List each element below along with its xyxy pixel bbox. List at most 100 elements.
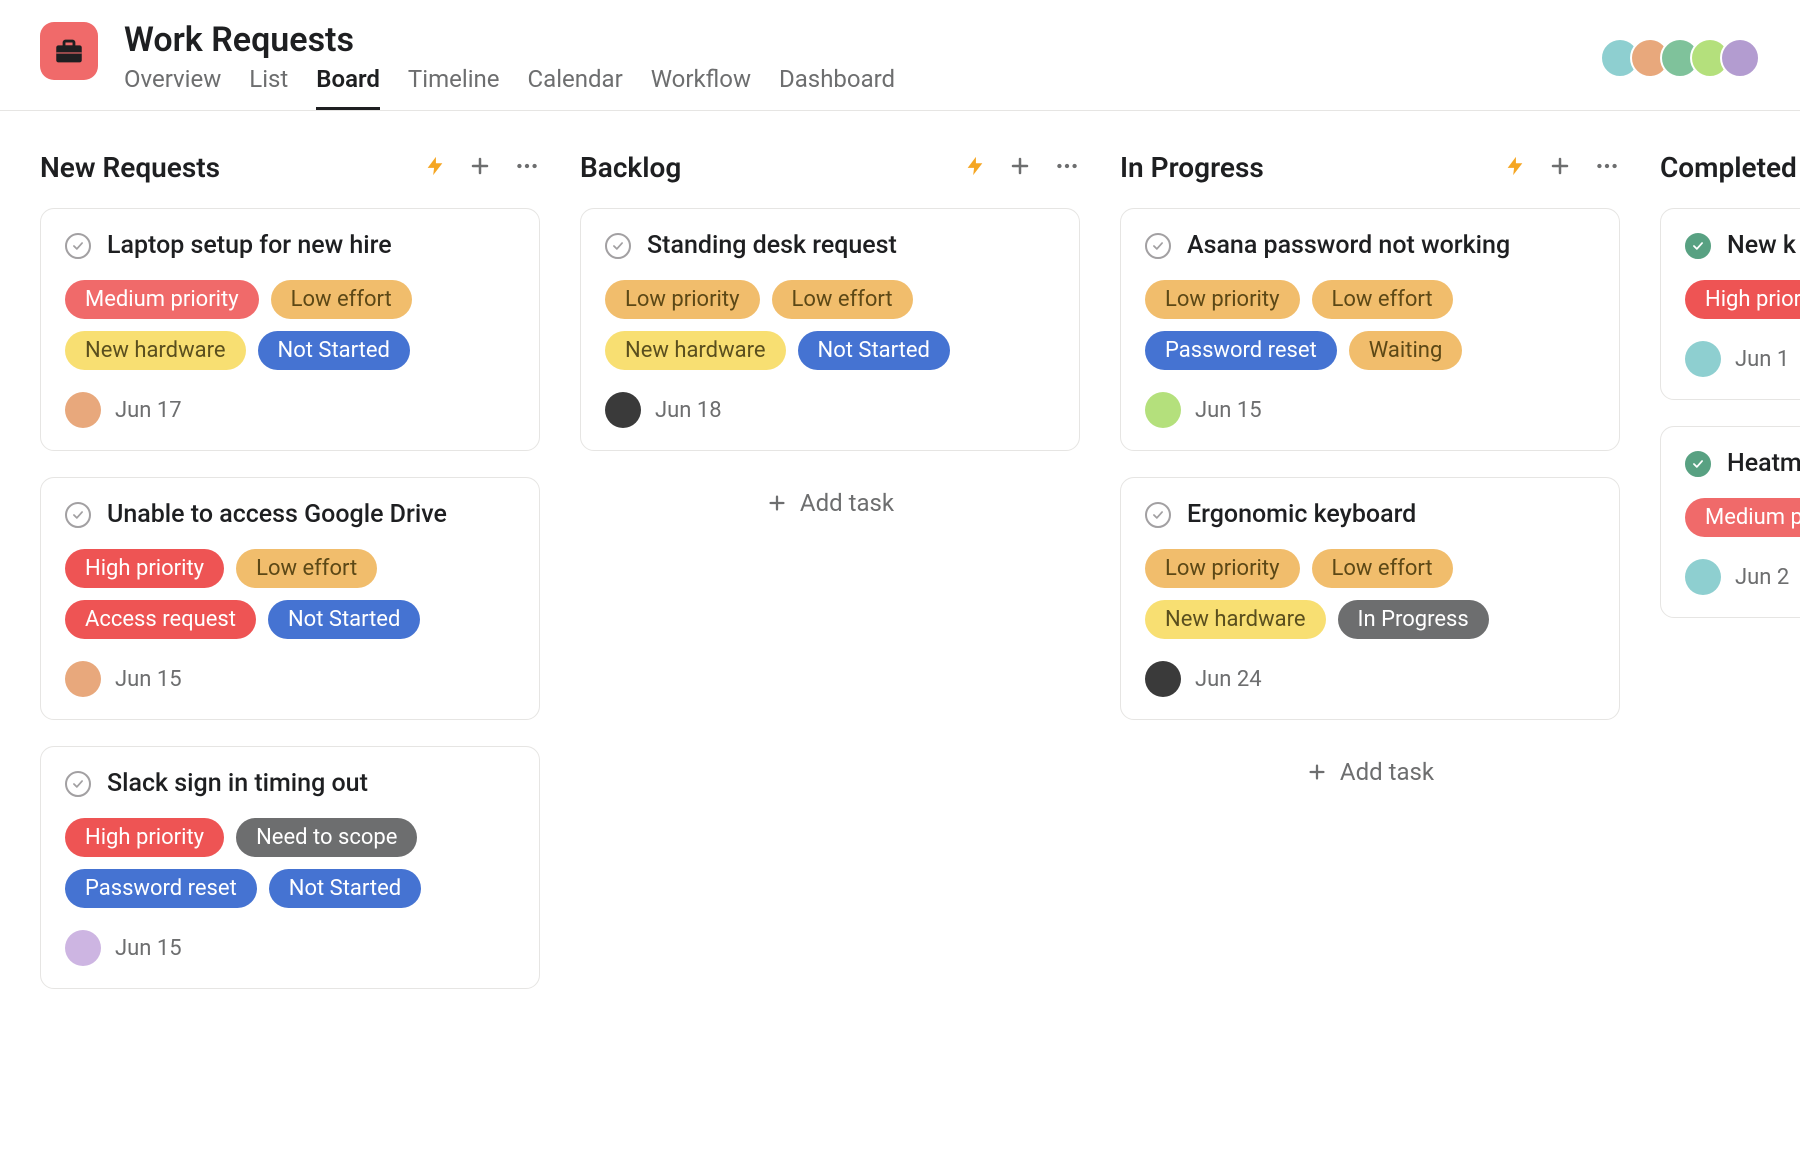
- tag[interactable]: Medium priority: [65, 280, 259, 319]
- column-title: In Progress: [1120, 151, 1504, 184]
- tag[interactable]: Not Started: [269, 869, 421, 908]
- due-date: Jun 2: [1735, 565, 1789, 590]
- assignee-avatar[interactable]: [1145, 392, 1181, 428]
- assignee-avatar[interactable]: [605, 392, 641, 428]
- due-date: Jun 17: [115, 398, 182, 423]
- tag[interactable]: Need to scope: [236, 818, 417, 857]
- tag[interactable]: Not Started: [798, 331, 950, 370]
- tag[interactable]: Low effort: [236, 549, 377, 588]
- tag[interactable]: Medium priority: [1685, 498, 1800, 537]
- tab-list[interactable]: List: [249, 65, 288, 110]
- task-card[interactable]: New k High priorityNew hardware Jun 1: [1660, 208, 1800, 400]
- tag[interactable]: Low effort: [1312, 280, 1453, 319]
- assignee-avatar[interactable]: [65, 930, 101, 966]
- due-date: Jun 15: [1195, 398, 1262, 423]
- board: New Requests Laptop setup for new hire Med…: [0, 111, 1800, 1015]
- add-task-button[interactable]: Add task: [580, 477, 1080, 529]
- tag[interactable]: New hardware: [1145, 600, 1326, 639]
- column-actions: [1504, 153, 1620, 183]
- task-card[interactable]: Laptop setup for new hire Medium priority…: [40, 208, 540, 451]
- assignee-avatar[interactable]: [1685, 341, 1721, 377]
- task-title: Unable to access Google Drive: [107, 500, 447, 529]
- tag[interactable]: High priority: [65, 549, 224, 588]
- column: In Progress Asana password not workingLow…: [1120, 151, 1620, 1015]
- more-icon[interactable]: [514, 153, 540, 183]
- tag[interactable]: Low effort: [772, 280, 913, 319]
- task-footer: Jun 15: [1145, 392, 1595, 428]
- tag[interactable]: Password reset: [1145, 331, 1337, 370]
- tab-board[interactable]: Board: [316, 65, 380, 110]
- tag[interactable]: Low priority: [605, 280, 760, 319]
- task-footer: Jun 18: [605, 392, 1055, 428]
- task-tags: Low priority Low effort Password reset Wait…: [1145, 280, 1595, 370]
- task-card[interactable]: Ergonomic keyboardLow priorityLow effort…: [1120, 477, 1620, 720]
- check-circle-icon[interactable]: [65, 771, 91, 797]
- tab-calendar[interactable]: Calendar: [528, 65, 623, 110]
- check-circle-icon[interactable]: [605, 233, 631, 259]
- tab-workflow[interactable]: Workflow: [651, 65, 751, 110]
- add-card-icon[interactable]: [1548, 154, 1572, 182]
- task-tags: High priority Low effort Access request Not…: [65, 549, 515, 639]
- bolt-icon[interactable]: [964, 155, 986, 181]
- tag[interactable]: Low effort: [271, 280, 412, 319]
- tab-overview[interactable]: Overview: [124, 65, 221, 110]
- tag[interactable]: Low effort: [1312, 549, 1453, 588]
- tag[interactable]: High priority: [1685, 280, 1800, 319]
- plus-icon: [766, 492, 788, 514]
- tag[interactable]: Not Started: [258, 331, 410, 370]
- check-circle-icon[interactable]: [1145, 502, 1171, 528]
- tag[interactable]: New hardware: [65, 331, 246, 370]
- check-circle-icon[interactable]: [1145, 233, 1171, 259]
- project-header: Work Requests OverviewListBoardTimelineC…: [0, 0, 1800, 111]
- task-title: Standing desk request: [647, 231, 897, 260]
- column-header: In Progress: [1120, 151, 1620, 184]
- tag[interactable]: Password reset: [65, 869, 257, 908]
- tag[interactable]: Low priority: [1145, 280, 1300, 319]
- project-members[interactable]: [1610, 38, 1760, 78]
- bolt-icon[interactable]: [424, 155, 446, 181]
- assignee-avatar[interactable]: [1145, 661, 1181, 697]
- task-card[interactable]: Unable to access Google Drive High priori…: [40, 477, 540, 720]
- tab-dashboard[interactable]: Dashboard: [779, 65, 895, 110]
- task-tags: Low priority Low effort New hardware In Pro…: [1145, 549, 1595, 639]
- task-card[interactable]: HeatmMedium priorityNew softwareJun 2: [1660, 426, 1800, 618]
- task-tags: High priorityNew hardware: [1685, 280, 1800, 319]
- add-card-icon[interactable]: [1008, 154, 1032, 182]
- more-icon[interactable]: [1054, 153, 1080, 183]
- task-footer: Jun 17: [65, 392, 515, 428]
- tag[interactable]: In Progress: [1338, 600, 1489, 639]
- task-title: Laptop setup for new hire: [107, 231, 392, 260]
- assignee-avatar[interactable]: [65, 392, 101, 428]
- column-title: New Requests: [40, 151, 424, 184]
- task-tags: Low priority Low effort New hardware Not St…: [605, 280, 1055, 370]
- assignee-avatar[interactable]: [1685, 559, 1721, 595]
- task-title: New k: [1727, 231, 1796, 260]
- add-task-label: Add task: [1340, 758, 1434, 786]
- tab-timeline[interactable]: Timeline: [408, 65, 500, 110]
- task-card[interactable]: Asana password not workingLow priorityLo…: [1120, 208, 1620, 451]
- assignee-avatar[interactable]: [65, 661, 101, 697]
- tag[interactable]: New hardware: [605, 331, 786, 370]
- tag[interactable]: Not Started: [268, 600, 420, 639]
- task-card[interactable]: Standing desk request Low priority Low eff…: [580, 208, 1080, 451]
- add-task-button[interactable]: Add task: [1120, 746, 1620, 798]
- check-circle-icon[interactable]: [65, 502, 91, 528]
- tag[interactable]: Waiting: [1349, 331, 1463, 370]
- task-card[interactable]: Slack sign in timing outHigh priorityNee…: [40, 746, 540, 989]
- check-complete-icon[interactable]: [1685, 233, 1711, 259]
- tag[interactable]: Low priority: [1145, 549, 1300, 588]
- member-avatar[interactable]: [1720, 38, 1760, 78]
- check-complete-icon[interactable]: [1685, 451, 1711, 477]
- due-date: Jun 1: [1735, 347, 1789, 372]
- task-footer: Jun 24: [1145, 661, 1595, 697]
- check-circle-icon[interactable]: [65, 233, 91, 259]
- due-date: Jun 15: [115, 936, 182, 961]
- bolt-icon[interactable]: [1504, 155, 1526, 181]
- due-date: Jun 18: [655, 398, 722, 423]
- more-icon[interactable]: [1594, 153, 1620, 183]
- add-card-icon[interactable]: [468, 154, 492, 182]
- tag[interactable]: High priority: [65, 818, 224, 857]
- tag[interactable]: Access request: [65, 600, 256, 639]
- task-tags: Medium priority Low effort New hardware Not…: [65, 280, 515, 370]
- column-title: Completed: [1660, 151, 1800, 184]
